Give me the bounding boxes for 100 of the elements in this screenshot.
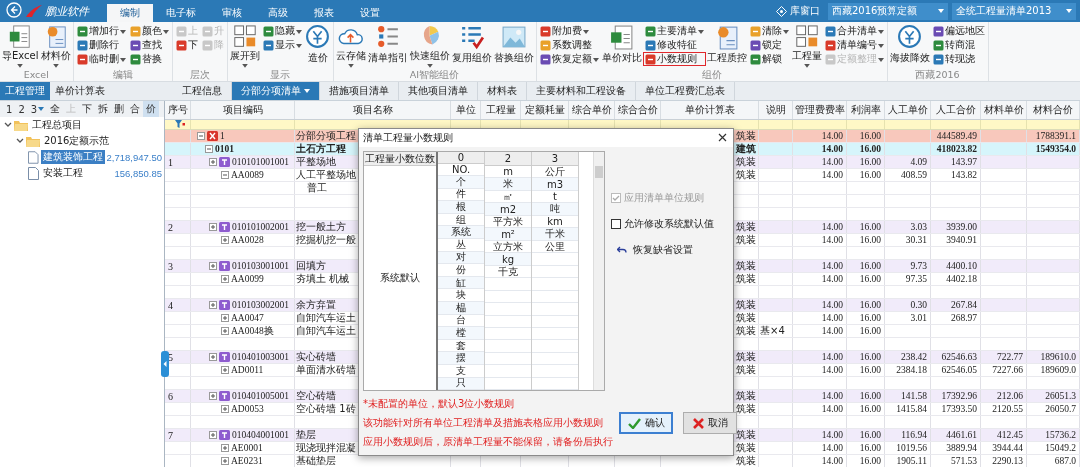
table-cell: 4 [168, 299, 173, 311]
group-label: 编辑 [111, 69, 134, 81]
table-cell: 17393.50 [941, 404, 977, 414]
table-cell: 2290.13 [992, 456, 1023, 466]
table-cell: 1 [220, 131, 225, 141]
table-cell: 3 [168, 260, 173, 272]
table-cell: 722.77 [996, 352, 1023, 362]
table-cell: 0101 [215, 144, 234, 154]
table-cell: 挖一般土方 [296, 221, 346, 233]
table-cell: 普工 [307, 182, 327, 194]
table-cell: 412.45 [996, 430, 1023, 440]
table-cell: 14.00 [821, 365, 843, 375]
table-cell: 571.53 [950, 456, 977, 466]
group-label: 西藏2016 [914, 69, 961, 81]
table-cell: 基础垫层 [296, 455, 336, 467]
table-cell: 26051.3 [1045, 391, 1076, 401]
table-cell: 筑装 [736, 390, 756, 402]
table-cell: 3940.91 [946, 235, 977, 245]
group-label: 层次 [188, 69, 211, 81]
table-cell: 189610.0 [1040, 352, 1076, 362]
table-cell: 4400.10 [946, 261, 977, 271]
table-cell: 垫层 [296, 429, 316, 441]
table-cell: 010401003001 [232, 352, 289, 362]
table-cell: 3944.44 [992, 443, 1023, 453]
table-cell: 筑装 [736, 130, 756, 142]
table-cell: 17392.96 [941, 391, 977, 401]
table-cell: 14.00 [821, 300, 843, 310]
table-cell: 16.00 [859, 222, 881, 232]
table-cell: 平整场地 [296, 156, 336, 168]
table-cell: 土石方工程 [296, 143, 346, 155]
table-cell: 16.00 [859, 443, 881, 453]
table-cell: 010404001001 [232, 430, 289, 440]
table-cell: 空心砖墙 1砖 [296, 403, 356, 415]
table-cell: 010101001001 [232, 157, 289, 167]
table-cell: 4.09 [910, 157, 927, 167]
table-cell: 夯填土 机械 [296, 273, 350, 285]
table-cell: 14.00 [821, 261, 843, 271]
column-header: 3 [532, 152, 578, 166]
table-cell: 实心砖墙 [296, 351, 336, 363]
column-header: 0 [438, 152, 484, 164]
table-cell: 筑装 [736, 221, 756, 233]
table-cell: 189609.0 [1040, 365, 1076, 375]
table-cell: 212.06 [996, 391, 1023, 401]
table-cell: 现浇现拌混凝 [296, 442, 356, 454]
table-cell: 4402.18 [946, 274, 977, 284]
table-cell: 0.30 [910, 300, 927, 310]
table-cell: 筑装 [736, 455, 756, 467]
table-cell: 筑装 [736, 156, 756, 168]
table-cell: 238.42 [900, 352, 927, 362]
table-cell: 15049.2 [1045, 443, 1076, 453]
table-cell: 筑装 [736, 351, 756, 363]
table-cell: 14.00 [821, 456, 843, 466]
table-cell: 3939.00 [946, 222, 977, 232]
table-cell: 97.35 [905, 274, 927, 284]
table-cell: 14.00 [821, 157, 843, 167]
table-cell: 010401005001 [232, 391, 289, 401]
table-cell: 26050.7 [1045, 404, 1076, 414]
table-cell: 14.00 [821, 443, 843, 453]
table-cell: AD0011 [231, 365, 264, 375]
table-cell: 16.00 [859, 131, 881, 141]
table-cell: 筑装 [736, 299, 756, 311]
table-cell: 建筑 [736, 143, 756, 155]
table-cell: 余方弃置 [296, 299, 336, 311]
table-cell: 16.00 [859, 170, 881, 180]
table-cell: 62546.05 [941, 365, 977, 375]
table-cell: 9.73 [910, 261, 927, 271]
table-cell: 7 [168, 429, 173, 441]
table-cell: 010103001001 [232, 261, 289, 271]
table-cell: 筑装 [736, 234, 756, 246]
group-label: 组价 [700, 69, 723, 81]
table-cell: 筑装 [736, 169, 756, 181]
table-cell: 408.59 [900, 170, 927, 180]
table-cell: 自卸汽车运土 [296, 325, 356, 337]
table-cell: 14.00 [821, 430, 843, 440]
table-cell: AD0053 [231, 404, 264, 414]
table-cell: 16.00 [859, 430, 881, 440]
table-cell: 2 [168, 221, 173, 233]
table-cell: 16.00 [859, 300, 881, 310]
column-header: 2 [485, 152, 531, 166]
table-cell: 14.00 [821, 313, 843, 323]
table-cell: 143.82 [950, 170, 977, 180]
table-cell: 3.03 [910, 222, 927, 232]
table-cell: 14.00 [821, 391, 843, 401]
table-cell: AA0047 [231, 313, 264, 323]
column-header: 工程量小数位数 [364, 152, 436, 166]
table-cell: 14.00 [821, 222, 843, 232]
table-cell: 筑装 [736, 273, 756, 285]
table-cell: 16.00 [859, 274, 881, 284]
table-cell: 1 [168, 156, 173, 168]
table-cell: 2120.55 [992, 404, 1023, 414]
table-cell: 268.97 [950, 313, 977, 323]
table-cell: 2384.18 [896, 365, 927, 375]
table-cell: 1788391.1 [1035, 131, 1076, 141]
table-cell: 筑装 [736, 442, 756, 454]
warning-note: 应用小数规则后，原清单工程量不能保留，请备份后执行 [363, 435, 613, 449]
amount: 2,718,947.50 [106, 151, 163, 163]
table-cell: 1415.84 [896, 404, 927, 414]
table-cell: AE0231 [231, 456, 263, 466]
table-cell: 418023.82 [936, 144, 977, 154]
table-cell: 基×4 [760, 325, 785, 337]
